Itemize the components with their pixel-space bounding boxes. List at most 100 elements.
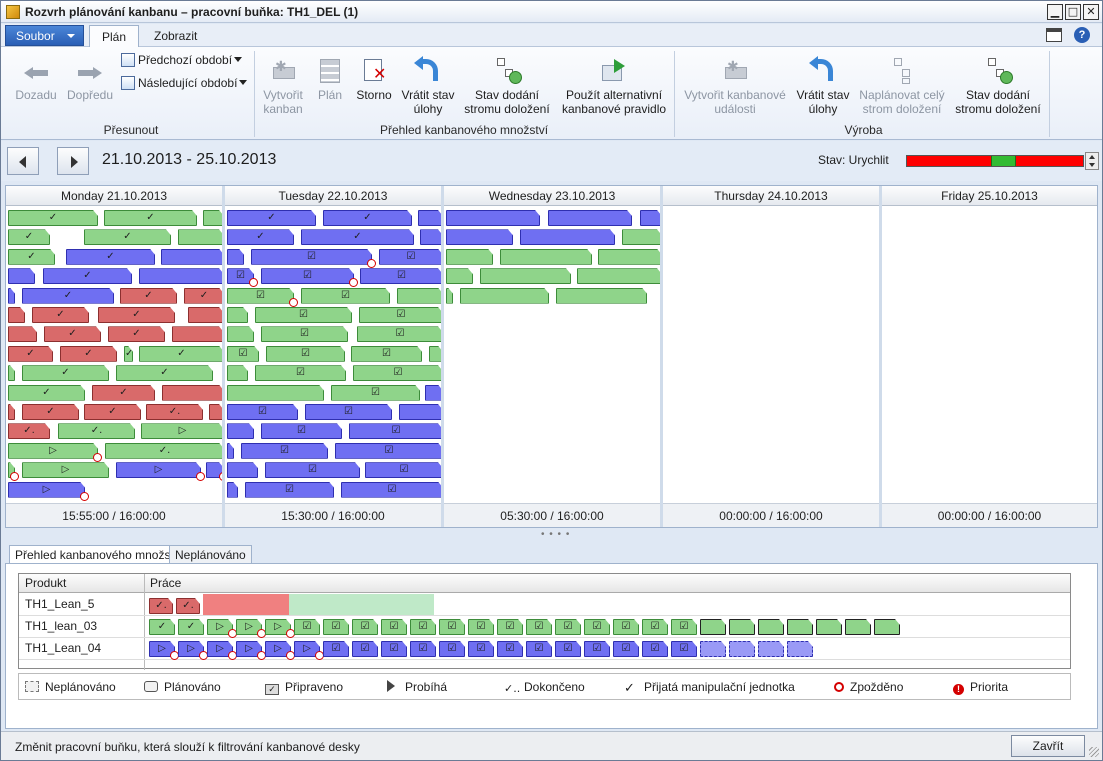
forward-button[interactable]: Dopředu	[63, 57, 117, 102]
kanban-card[interactable]	[8, 365, 15, 381]
kanban-card[interactable]	[420, 229, 443, 245]
kanban-card[interactable]: ☑	[301, 288, 390, 304]
kanban-card[interactable]: ☑	[642, 641, 668, 657]
kanban-card[interactable]	[500, 249, 592, 265]
kanban-card[interactable]: ✓	[22, 365, 109, 381]
kanban-card-unscheduled[interactable]	[787, 641, 813, 657]
kanban-card[interactable]: ▷	[141, 423, 224, 439]
kanban-card[interactable]	[203, 210, 224, 226]
kanban-card[interactable]: ☑	[349, 423, 443, 439]
kanban-card[interactable]: ✓.	[8, 423, 50, 439]
next-period-arrow-button[interactable]	[57, 147, 89, 175]
kanban-card[interactable]: ☑	[360, 268, 443, 284]
kanban-card[interactable]	[446, 229, 513, 245]
kanban-card-scheduled[interactable]	[845, 619, 871, 635]
kanban-card-scheduled[interactable]	[874, 619, 900, 635]
next-period-button[interactable]: Následující období	[121, 76, 248, 90]
kanban-card[interactable]: ✓	[108, 326, 165, 342]
kanban-card[interactable]: ✓	[66, 249, 155, 265]
layout-icon[interactable]	[1046, 28, 1062, 42]
kanban-card[interactable]: ✓	[8, 249, 55, 265]
apply-alternative-rule-button[interactable]: Použít alternativní kanbanové pravidlo	[559, 57, 669, 116]
kanban-card[interactable]	[227, 249, 244, 265]
kanban-card[interactable]	[397, 288, 443, 304]
kanban-card[interactable]	[446, 288, 453, 304]
maximize-button[interactable]: □	[1065, 4, 1081, 20]
kanban-card[interactable]	[139, 268, 224, 284]
kanban-card[interactable]: ▷	[22, 462, 109, 478]
kanban-card[interactable]: ☑	[261, 326, 348, 342]
kanban-card[interactable]: ☑	[671, 641, 697, 657]
kanban-card-unscheduled[interactable]	[729, 641, 755, 657]
kanban-card[interactable]: ☑	[261, 268, 354, 284]
kanban-card[interactable]: ✓.	[105, 443, 224, 459]
kanban-card[interactable]: ☑	[613, 619, 639, 635]
kanban-card[interactable]	[227, 365, 248, 381]
kanban-card[interactable]	[640, 210, 662, 226]
kanban-card[interactable]: ☑	[468, 641, 494, 657]
kanban-card[interactable]: ✓.	[58, 423, 135, 439]
kanban-card[interactable]	[577, 268, 662, 284]
kanban-card-unscheduled[interactable]	[700, 641, 726, 657]
back-button[interactable]: Dozadu	[11, 57, 61, 102]
kanban-card[interactable]: ☑	[381, 619, 407, 635]
kanban-card[interactable]: ✓	[43, 268, 132, 284]
table-row[interactable]: TH1_Lean_5 ✓. ✓.	[19, 594, 1070, 616]
kanban-card[interactable]: ✓	[22, 288, 114, 304]
kanban-card[interactable]: ☑	[357, 326, 443, 342]
create-kanban-button[interactable]: ✱ Vytvořit kanban	[259, 57, 307, 116]
kanban-card[interactable]: ☑	[261, 423, 342, 439]
kanban-card[interactable]: ✓.	[176, 598, 200, 614]
kanban-card[interactable]: ☑	[227, 346, 259, 362]
kanban-card[interactable]	[227, 462, 258, 478]
kanban-card[interactable]	[429, 346, 443, 362]
kanban-card[interactable]	[227, 443, 234, 459]
kanban-card[interactable]: ✓	[149, 619, 175, 635]
kanban-card[interactable]	[520, 229, 615, 245]
kanban-card[interactable]: ☑	[251, 249, 372, 265]
tab-unscheduled[interactable]: Neplánováno	[169, 545, 252, 564]
kanban-card[interactable]: ☑	[584, 619, 610, 635]
tab-view[interactable]: Zobrazit	[142, 25, 209, 47]
kanban-card[interactable]: ☑	[497, 641, 523, 657]
kanban-card[interactable]: ☑	[359, 307, 443, 323]
kanban-card[interactable]: ✓	[8, 385, 85, 401]
kanban-card[interactable]: ✓	[44, 326, 101, 342]
kanban-card[interactable]: ☑	[410, 619, 436, 635]
kanban-card[interactable]: ✓	[227, 210, 316, 226]
kanban-card[interactable]: ✓	[22, 404, 79, 420]
kanban-card-scheduled[interactable]	[787, 619, 813, 635]
kanban-card[interactable]	[8, 268, 35, 284]
kanban-card[interactable]	[460, 288, 549, 304]
kanban-card[interactable]: ☑	[613, 641, 639, 657]
schedule-bom-tree-button[interactable]: Naplánovat celý strom doložení	[857, 57, 947, 116]
plan-button[interactable]: Plán	[313, 57, 347, 102]
kanban-card[interactable]: ▷	[8, 482, 85, 498]
file-menu-button[interactable]: Soubor	[5, 25, 84, 46]
kanban-card[interactable]	[418, 210, 443, 226]
kanban-card[interactable]: ☑	[266, 346, 345, 362]
kanban-card[interactable]	[8, 288, 15, 304]
status-spinner[interactable]	[1085, 152, 1099, 170]
tab-plan[interactable]: Plán	[89, 25, 140, 47]
revert-status-button[interactable]: Vrátit stav úlohy	[399, 56, 457, 116]
kanban-card[interactable]	[446, 210, 540, 226]
kanban-card[interactable]: ☑	[526, 619, 552, 635]
kanban-card[interactable]	[556, 288, 647, 304]
kanban-card[interactable]	[8, 307, 25, 323]
kanban-card[interactable]: ☑	[227, 404, 298, 420]
kanban-card[interactable]: ☑	[410, 641, 436, 657]
kanban-card[interactable]: ✓	[116, 365, 213, 381]
kanban-card-unscheduled[interactable]	[758, 641, 784, 657]
kanban-card[interactable]: ✓	[32, 307, 89, 323]
kanban-card[interactable]: ✓	[84, 229, 171, 245]
kanban-card[interactable]: ☑	[305, 404, 392, 420]
kanban-card[interactable]: ☑	[381, 641, 407, 657]
kanban-card[interactable]: ☑	[323, 641, 349, 657]
help-icon[interactable]: ?	[1074, 27, 1090, 43]
kanban-card[interactable]	[622, 229, 662, 245]
kanban-card[interactable]: ☑	[584, 641, 610, 657]
resize-grip-icon[interactable]	[1089, 747, 1099, 757]
kanban-card[interactable]: ☑	[265, 462, 360, 478]
kanban-card[interactable]: ✓	[92, 385, 155, 401]
